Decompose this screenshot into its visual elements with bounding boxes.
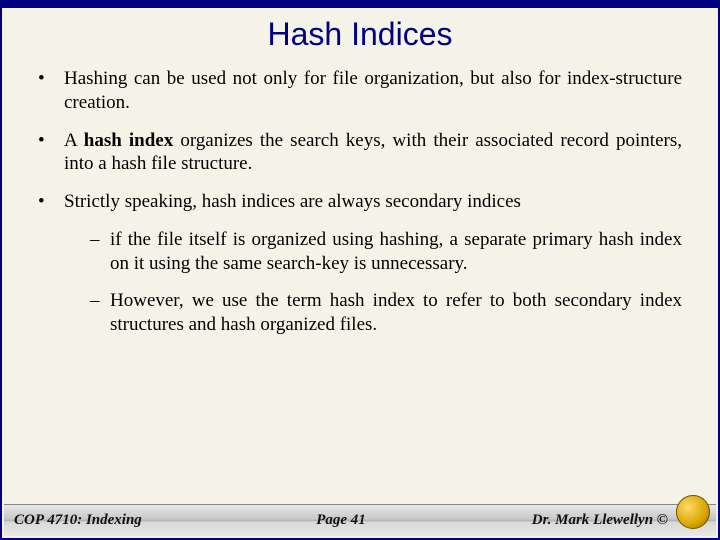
bullet-item: • Hashing can be used not only for file … [38, 67, 682, 115]
ucf-logo-icon [676, 495, 710, 529]
bullet-text: A hash index organizes the search keys, … [64, 129, 682, 177]
bullet-marker: • [38, 190, 64, 214]
footer-author-text: Dr. Mark Llewellyn © [532, 512, 668, 528]
bullet-text: Strictly speaking, hash indices are alwa… [64, 190, 682, 214]
dash-marker: – [90, 228, 110, 276]
bullet-marker: • [38, 129, 64, 177]
bold-term: hash index [84, 130, 173, 151]
bullet-text: Hashing can be used not only for file or… [64, 67, 682, 115]
bullet-item: • A hash index organizes the search keys… [38, 129, 682, 177]
bullet-marker: • [38, 67, 64, 115]
slide-footer: COP 4710: Indexing Page 41 Dr. Mark Llew… [4, 504, 716, 536]
sub-bullet-item: – However, we use the term hash index to… [90, 289, 682, 337]
slide-title: Hash Indices [2, 8, 718, 67]
dash-marker: – [90, 289, 110, 337]
footer-page: Page 41 [232, 512, 450, 529]
text-span: A [64, 130, 84, 151]
footer-author: Dr. Mark Llewellyn © [450, 512, 716, 529]
slide-content: • Hashing can be used not only for file … [2, 67, 718, 337]
sub-bullet-text: if the file itself is organized using ha… [110, 228, 682, 276]
sub-bullet-text: However, we use the term hash index to r… [110, 289, 682, 337]
footer-course: COP 4710: Indexing [4, 512, 232, 529]
bullet-item: • Strictly speaking, hash indices are al… [38, 190, 682, 214]
sub-bullet-item: – if the file itself is organized using … [90, 228, 682, 276]
